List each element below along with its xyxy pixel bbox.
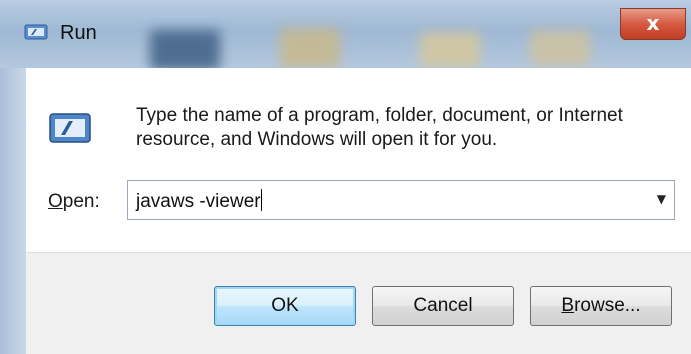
run-program-icon bbox=[49, 113, 91, 143]
ok-button[interactable]: OK bbox=[214, 286, 356, 326]
open-label: Open: bbox=[48, 191, 100, 213]
close-button[interactable]: x bbox=[620, 8, 686, 40]
open-label-text: pen: bbox=[62, 191, 100, 212]
run-dialog: Run x Type the name of a program, folder… bbox=[0, 0, 691, 354]
close-icon: x bbox=[646, 11, 660, 35]
aero-background bbox=[280, 28, 340, 68]
title-bar[interactable]: Run x bbox=[0, 0, 691, 70]
aero-background bbox=[420, 32, 480, 68]
browse-label: rowse... bbox=[574, 295, 641, 316]
open-input-value: javaws -viewer bbox=[136, 191, 261, 212]
aero-background bbox=[530, 30, 590, 66]
browse-button[interactable]: Browse... bbox=[530, 286, 672, 326]
window-title: Run bbox=[60, 22, 97, 44]
open-input[interactable]: javaws -viewer bbox=[136, 189, 262, 213]
browse-mnemonic: B bbox=[561, 295, 575, 316]
aero-background bbox=[150, 30, 220, 70]
text-cursor bbox=[260, 189, 262, 211]
dialog-description: Type the name of a program, folder, docu… bbox=[136, 104, 676, 152]
window-frame bbox=[0, 68, 26, 354]
run-icon bbox=[24, 24, 48, 40]
chevron-down-icon[interactable]: ▼ bbox=[657, 192, 666, 206]
open-label-mnemonic: O bbox=[48, 191, 63, 212]
description-line: resource, and Windows will open it for y… bbox=[136, 129, 498, 150]
description-line: Type the name of a program, folder, docu… bbox=[136, 105, 623, 126]
cancel-button[interactable]: Cancel bbox=[372, 286, 514, 326]
open-combobox[interactable]: javaws -viewer ▼ bbox=[127, 180, 675, 220]
